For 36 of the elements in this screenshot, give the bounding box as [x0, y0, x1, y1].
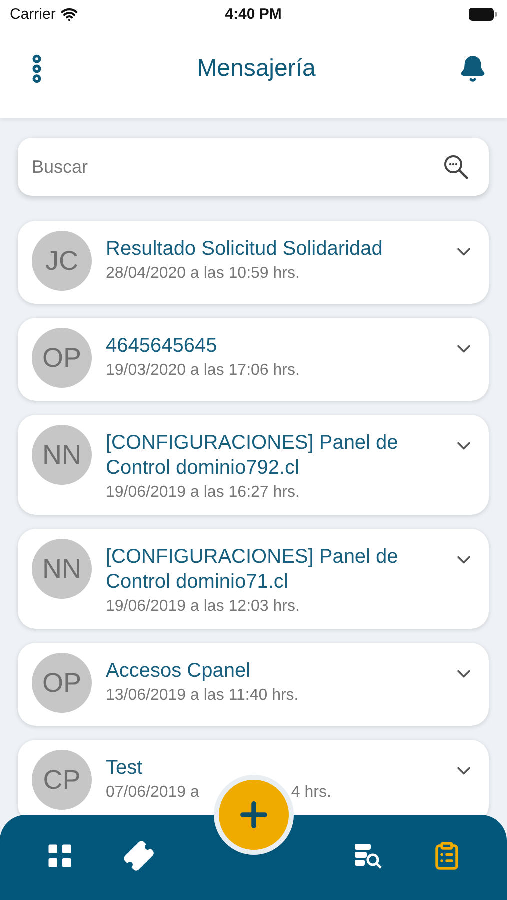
message-title: [CONFIGURACIONES] Panel de Control dominio71.cl	[106, 545, 400, 595]
avatar: JC	[32, 231, 92, 291]
message-card[interactable]: NN [CONFIGURACIONES] Panel de Control dominio792.cl 19/06/2019 a las 16:27 hrs.	[18, 415, 489, 515]
data-search-icon	[353, 841, 384, 871]
status-time: 4:40 PM	[225, 6, 282, 22]
search-icon[interactable]	[443, 154, 469, 180]
message-date: 19/03/2020 a las 17:06 hrs.	[106, 362, 300, 380]
message-date: 19/06/2019 a las 16:27 hrs.	[106, 484, 300, 502]
add-button[interactable]	[219, 780, 289, 850]
message-title: [CONFIGURACIONES] Panel de Control dominio792.cl	[106, 431, 400, 481]
avatar: NN	[32, 539, 92, 599]
message-date: 28/04/2020 a las 10:59 hrs.	[106, 265, 300, 283]
message-date: 19/06/2019 a las 12:03 hrs.	[106, 598, 300, 616]
message-card[interactable]: CP Test 07/06/2019 a 4 hrs.	[18, 740, 489, 815]
message-title: Resultado Solicitud Solidaridad	[106, 237, 384, 262]
message-title: Test	[106, 756, 144, 781]
message-title: Accesos Cpanel	[106, 659, 252, 684]
notification-bell-icon[interactable]	[458, 55, 487, 83]
message-title: 4645645645	[106, 334, 218, 359]
page-title: Mensajería	[197, 55, 316, 83]
message-card[interactable]: OP Accesos Cpanel 13/06/2019 a las 11:40 hrs.	[18, 643, 489, 726]
message-card[interactable]: NN [CONFIGURACIONES] Panel de Control dominio71.cl 19/06/2019 a las 12:03 hrs.	[18, 529, 489, 629]
avatar: NN	[32, 425, 92, 485]
battery-icon	[468, 8, 497, 20]
search-bar[interactable]: Buscar	[18, 138, 489, 196]
avatar: OP	[32, 653, 92, 713]
avatar: CP	[32, 750, 92, 810]
search-field[interactable]: Buscar	[32, 152, 443, 182]
message-card[interactable]: OP 4645645645 19/03/2020 a las 17:06 hrs.	[18, 318, 489, 401]
wifi-icon	[60, 6, 78, 22]
message-date: 07/06/2019 a	[106, 784, 200, 802]
avatar: OP	[32, 328, 92, 388]
message-card[interactable]: JC Resultado Solicitud Solidaridad 28/04/2020 a las 10:59 hrs.	[18, 221, 489, 304]
message-date: 4 hrs.	[291, 784, 332, 802]
message-date: 13/06/2019 a las 11:40 hrs.	[106, 687, 299, 705]
carrier-label: Carrier	[10, 6, 56, 22]
